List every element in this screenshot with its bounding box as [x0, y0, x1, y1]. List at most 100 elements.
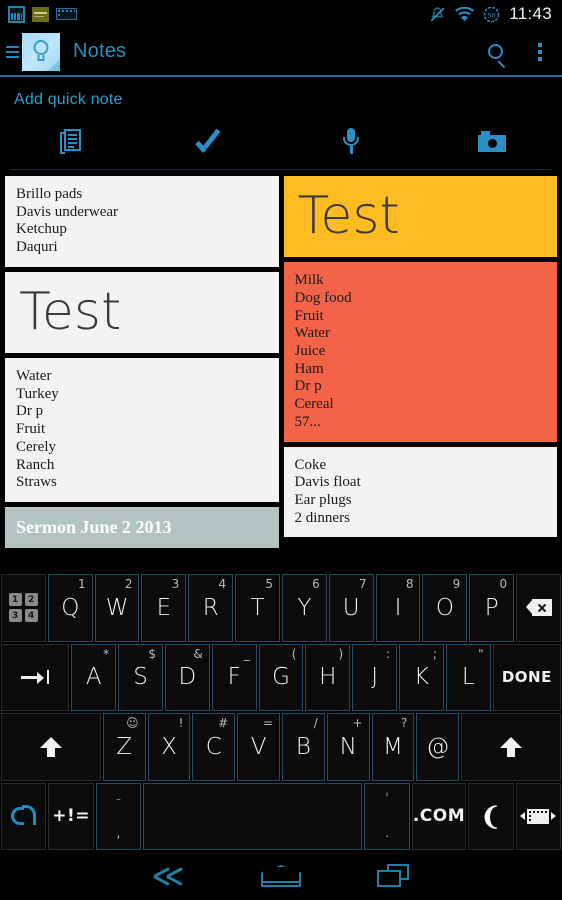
key-b[interactable]: / B: [282, 713, 325, 781]
back-icon: [153, 867, 184, 886]
shift-left-key[interactable]: [1, 713, 101, 781]
quick-note-checklist-button[interactable]: [141, 119, 282, 163]
note-card[interactable]: Test: [283, 176, 557, 258]
note-line: Straws: [16, 474, 57, 491]
search-button[interactable]: [472, 28, 518, 75]
note-line: Daquri: [16, 239, 58, 256]
key-alt-label: 0: [499, 577, 508, 591]
swipe-trace-key[interactable]: [1, 782, 47, 850]
note-title: Test: [19, 281, 122, 342]
search-icon: [487, 44, 503, 59]
key-d[interactable]: & D: [164, 643, 210, 711]
key-g[interactable]: (G: [258, 643, 304, 711]
notes-column-left: Brillo pads Davis underwear Ketchup Daquri T…: [5, 176, 279, 574]
battery-icon: 50: [483, 6, 500, 22]
backspace-icon: [525, 599, 552, 617]
keyboard-row-4: +!= -, '. .COM ❨: [1, 782, 561, 850]
on-screen-keyboard[interactable]: 12341Q2W3E4R5T6Y7U8I9O0P * A $ S & D _ F(G) H: J;…: [0, 572, 562, 852]
key-label: S: [133, 664, 148, 691]
key-m[interactable]: ? M: [371, 713, 415, 781]
done-key[interactable]: DONE: [492, 643, 562, 711]
note-line: Davis float: [294, 474, 361, 491]
note-line: Ear plugs: [294, 491, 352, 508]
status-notifications: [8, 5, 77, 23]
quick-note-photo-button[interactable]: [422, 119, 562, 163]
key-j[interactable]: :J: [352, 643, 398, 711]
key-n[interactable]: + N: [326, 713, 370, 781]
notes-lightbulb-icon[interactable]: [22, 32, 60, 71]
key-q[interactable]: 1Q: [47, 574, 93, 642]
key-v[interactable]: = V: [237, 713, 280, 781]
note-card[interactable]: Coke Davis float Ear plugs 2 dinners: [283, 446, 557, 538]
key-label: E: [156, 594, 172, 621]
note-line: Davis underwear: [16, 203, 119, 220]
key-label: Y: [297, 594, 312, 621]
quick-note-text-button[interactable]: [0, 119, 141, 163]
nav-back-button[interactable]: [112, 867, 224, 886]
note-card[interactable]: Milk Dog food Fruit Water Juice Ham Dr p Cereal…: [283, 262, 557, 442]
space-key[interactable]: [143, 782, 363, 850]
key-w[interactable]: 2W: [94, 574, 140, 642]
key-s[interactable]: $ S: [118, 643, 163, 711]
key-label: X: [161, 733, 177, 760]
key-z[interactable]: ☺ Z: [102, 713, 146, 781]
numpad-key[interactable]: 1234: [1, 574, 46, 642]
key-alt-label: ?: [400, 716, 408, 730]
tab-key[interactable]: [1, 643, 70, 711]
key-h[interactable]: ) H: [305, 643, 351, 711]
nav-home-button[interactable]: [225, 865, 337, 887]
key-p[interactable]: 0P: [469, 574, 515, 642]
status-clock: 11:43: [509, 4, 552, 23]
app-icon: [32, 6, 49, 22]
nav-recents-button[interactable]: [337, 864, 449, 888]
key-label: H: [319, 664, 337, 691]
keyboard-switch-key[interactable]: [515, 782, 561, 850]
notes-column-right: Test Milk Dog food Fruit Water Juice Ham Dr p Ce…: [283, 176, 557, 574]
key-i[interactable]: 8I: [375, 574, 421, 642]
key-k[interactable]: ; K: [399, 643, 444, 711]
note-line: Ketchup: [16, 221, 67, 238]
key-label: K: [413, 664, 429, 691]
key-t[interactable]: 5T: [235, 574, 280, 642]
key-u[interactable]: 7U: [328, 574, 374, 642]
comma-key[interactable]: -,: [95, 782, 142, 850]
notes-grid: Brillo pads Davis underwear Ketchup Daquri T…: [0, 170, 562, 574]
key-x[interactable]: ! X: [147, 713, 191, 781]
key-o[interactable]: 9O: [422, 574, 468, 642]
key-e[interactable]: 3E: [141, 574, 187, 642]
tab-icon: [21, 670, 50, 685]
key-alt-label: (: [291, 646, 297, 661]
hamburger-menu-icon[interactable]: [4, 45, 20, 58]
key-f[interactable]: _ F: [211, 643, 257, 711]
key-y[interactable]: 6Y: [281, 574, 327, 642]
note-line: 57...: [294, 413, 321, 430]
backspace-key[interactable]: [516, 574, 561, 642]
swype-logo-key[interactable]: ❨: [468, 782, 514, 850]
dotcom-key[interactable]: .COM: [411, 782, 467, 850]
shift-icon: [39, 736, 62, 757]
camera-icon: [477, 130, 506, 152]
key-label: ,: [115, 819, 122, 842]
note-line: Coke: [294, 456, 327, 473]
period-key[interactable]: '.: [364, 782, 410, 850]
shift-right-key[interactable]: [461, 713, 561, 781]
key-a[interactable]: * A: [71, 643, 117, 711]
note-card[interactable]: Test: [5, 271, 279, 354]
keyboard-row-2: * A $ S & D _ F(G) H: J; K " L DONE: [1, 643, 562, 711]
note-card[interactable]: Water Turkey Dr p Fruit Cerely Ranch Straws: [5, 358, 279, 502]
key-alt-label: +: [352, 716, 363, 730]
key-r[interactable]: 4R: [188, 574, 234, 642]
key-label: O: [435, 594, 454, 621]
note-card[interactable]: Brillo pads Davis underwear Ketchup Daquri: [5, 176, 279, 267]
key-alt-label: =: [262, 716, 273, 730]
key-c[interactable]: # C: [192, 713, 236, 781]
symbols-key[interactable]: +!=: [48, 782, 94, 850]
status-bar: 50 11:43: [0, 0, 562, 28]
key-l[interactable]: " L: [445, 643, 491, 711]
key-@[interactable]: @: [416, 713, 460, 781]
overflow-menu-button[interactable]: [518, 28, 562, 75]
quick-note-voice-button[interactable]: [281, 119, 422, 163]
note-card[interactable]: Sermon June 2 2013: [5, 506, 279, 549]
key-label: .COM: [412, 806, 466, 827]
key-label: D: [178, 664, 197, 691]
